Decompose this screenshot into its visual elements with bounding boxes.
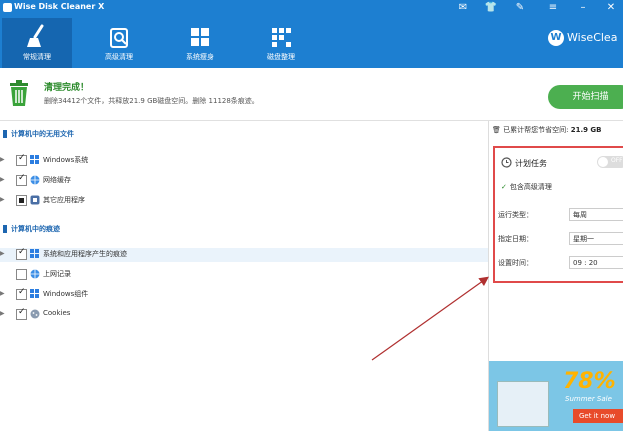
nav-bar: 常规清理 高级清理 系统瘦身 磁盘整理 W WiseClea bbox=[0, 18, 623, 68]
list-item[interactable]: ▶ 其它应用程序 bbox=[0, 194, 488, 208]
section-title: 计算机中的无用文件 bbox=[11, 130, 74, 138]
check-icon: ✓ bbox=[501, 183, 507, 191]
close-icon[interactable]: ✕ bbox=[604, 1, 618, 15]
menu-icon[interactable]: ≡ bbox=[546, 1, 560, 15]
item-label: 上网记录 bbox=[43, 270, 71, 278]
run-type-label: 运行类型： bbox=[498, 211, 533, 219]
schedule-toggle[interactable]: OFF bbox=[597, 156, 623, 168]
item-label: Windows组件 bbox=[43, 290, 89, 298]
globe-icon bbox=[30, 175, 40, 185]
checkbox[interactable] bbox=[16, 173, 27, 186]
defrag-icon bbox=[272, 28, 291, 47]
tab-label: 常规清理 bbox=[23, 53, 51, 61]
expand-arrow-icon[interactable]: ▶ bbox=[0, 196, 5, 203]
product-box-image bbox=[497, 381, 549, 427]
checkbox[interactable] bbox=[16, 153, 27, 166]
checkbox[interactable] bbox=[16, 247, 27, 260]
window-title: Wise Disk Cleaner X bbox=[14, 2, 105, 11]
tab-advanced-clean[interactable]: 高级清理 bbox=[84, 18, 154, 68]
item-label: 系统和应用程序产生的痕迹 bbox=[43, 250, 127, 258]
item-label: 其它应用程序 bbox=[43, 196, 85, 204]
tab-defrag[interactable]: 磁盘整理 bbox=[246, 18, 316, 68]
expand-arrow-icon[interactable]: ▶ bbox=[0, 310, 5, 317]
time-input[interactable]: 09 : 20 bbox=[569, 256, 623, 269]
schedule-title: 计划任务 bbox=[515, 159, 547, 168]
promo-button[interactable]: Get it now bbox=[573, 409, 623, 423]
checkbox[interactable] bbox=[16, 195, 27, 206]
saved-value: 21.9 GB bbox=[570, 126, 602, 134]
app-icon bbox=[3, 3, 12, 12]
time-label: 设置时间： bbox=[498, 259, 533, 267]
promo-banner[interactable]: 78% Summer Sale Get it now bbox=[489, 361, 623, 431]
checkbox[interactable] bbox=[16, 269, 27, 280]
tab-label: 高级清理 bbox=[105, 53, 133, 61]
schedule-panel: 计划任务 OFF ✓ 包含高级清理 运行类型： 每周 指定日期： 星期一 设置时间… bbox=[493, 146, 623, 283]
brand-logo: W WiseClea bbox=[548, 30, 617, 46]
checkbox[interactable] bbox=[16, 307, 27, 320]
tab-regular-clean[interactable]: 常规清理 bbox=[2, 18, 72, 68]
deep-clean-option[interactable]: ✓ 包含高级清理 bbox=[501, 182, 552, 192]
list-item[interactable]: ▶ Windows系统 bbox=[0, 153, 488, 168]
checkbox[interactable] bbox=[16, 287, 27, 300]
windows-icon bbox=[191, 28, 209, 46]
item-label: Cookies bbox=[43, 309, 71, 317]
tab-system-slim[interactable]: 系统瘦身 bbox=[165, 18, 235, 68]
tools-icon[interactable]: ✎ bbox=[513, 1, 527, 15]
windows-icon bbox=[30, 249, 39, 258]
expand-arrow-icon[interactable]: ▶ bbox=[0, 156, 5, 163]
title-bar: Wise Disk Cleaner X ✉ 👕 ✎ ≡ – ✕ bbox=[0, 0, 623, 18]
item-label: Windows系统 bbox=[43, 156, 89, 164]
mail-icon[interactable]: ✉ bbox=[456, 1, 470, 15]
windows-icon bbox=[30, 155, 39, 164]
deep-clean-label: 包含高级清理 bbox=[509, 183, 552, 191]
day-select[interactable]: 星期一 bbox=[569, 232, 623, 245]
minimize-icon[interactable]: – bbox=[576, 1, 590, 15]
trash-small-icon: 🗑 bbox=[492, 126, 501, 134]
windows-icon bbox=[30, 289, 39, 298]
brand-name: WiseClea bbox=[567, 31, 618, 44]
wise-logo-icon: W bbox=[548, 30, 564, 46]
list-item[interactable]: ▶ Cookies bbox=[0, 307, 488, 322]
saved-space: 🗑 已累计帮您节省空间: 21.9 GB bbox=[492, 125, 602, 135]
list-item[interactable]: ▶ 系统和应用程序产生的痕迹 bbox=[0, 247, 488, 262]
section-title: 计算机中的痕迹 bbox=[11, 225, 60, 233]
broom-icon bbox=[27, 24, 44, 47]
clock-icon bbox=[501, 157, 512, 168]
right-panel: 🗑 已累计帮您节省空间: 21.9 GB 计划任务 OFF ✓ 包含高级清理 运行… bbox=[489, 121, 623, 431]
list-item[interactable]: ▶ 上网记录 bbox=[0, 268, 488, 282]
saved-label: 已累计帮您节省空间: bbox=[503, 126, 569, 134]
toggle-state: OFF bbox=[611, 157, 623, 164]
promo-percent: 78% bbox=[563, 369, 616, 394]
section-marker bbox=[3, 225, 7, 233]
status-title: 清理完成！ bbox=[44, 83, 90, 93]
app-icon bbox=[30, 195, 40, 205]
expand-arrow-icon[interactable]: ▶ bbox=[0, 176, 5, 183]
clean-items-panel: 计算机中的无用文件 ▶ Windows系统 ▶ 网络缓存 ▶ 其它应用程序 计算… bbox=[0, 121, 488, 431]
trash-search-icon bbox=[110, 28, 128, 48]
trash-icon bbox=[10, 80, 28, 106]
globe-icon bbox=[30, 269, 40, 279]
expand-arrow-icon[interactable]: ▶ bbox=[0, 250, 5, 257]
list-item[interactable]: ▶ 网络缓存 bbox=[0, 173, 488, 188]
expand-arrow-icon[interactable]: ▶ bbox=[0, 290, 5, 297]
tab-label: 磁盘整理 bbox=[267, 53, 295, 61]
day-label: 指定日期： bbox=[498, 235, 533, 243]
cookie-icon bbox=[30, 309, 40, 319]
tab-label: 系统瘦身 bbox=[186, 53, 214, 61]
item-label: 网络缓存 bbox=[43, 176, 71, 184]
run-type-select[interactable]: 每周 bbox=[569, 208, 623, 221]
section-marker bbox=[3, 130, 7, 138]
status-description: 删除34412个文件，共释放21.9 GB磁盘空间。删除 11128条痕迹。 bbox=[44, 97, 259, 105]
start-scan-button[interactable]: 开始扫描 bbox=[548, 85, 623, 109]
toggle-knob bbox=[598, 157, 608, 167]
shirt-icon[interactable]: 👕 bbox=[484, 1, 498, 15]
status-panel: 清理完成！ 删除34412个文件，共释放21.9 GB磁盘空间。删除 11128… bbox=[0, 68, 623, 121]
promo-caption: Summer Sale bbox=[565, 395, 612, 403]
list-item[interactable]: ▶ Windows组件 bbox=[0, 287, 488, 302]
